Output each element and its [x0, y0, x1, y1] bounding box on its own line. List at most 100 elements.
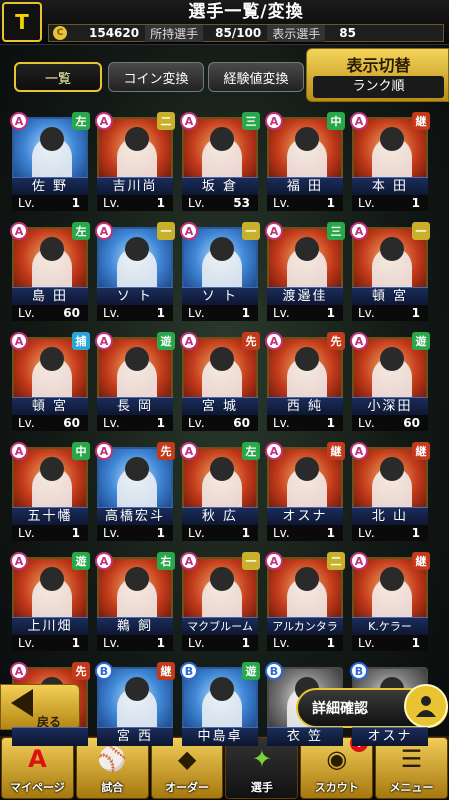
back-arrow-icon [11, 689, 33, 717]
rank-badge: A [10, 552, 28, 570]
player-card[interactable]: A 継オスナ Lv. 1 [265, 442, 345, 544]
level-value: 1 [411, 306, 420, 320]
player-cap [295, 567, 319, 591]
player-name: マクブルーム [182, 617, 258, 636]
rank-badge: A [350, 112, 368, 130]
tab-exp-convert[interactable]: 経験値変換 [208, 62, 304, 92]
player-cap [380, 237, 404, 261]
player-name: ソ ト [97, 287, 173, 306]
player-card[interactable]: A 遊小深田 Lv. 60 [350, 332, 430, 434]
player-card[interactable]: A 先宮 城 Lv. 60 [180, 332, 260, 434]
player-level: Lv. 1 [97, 305, 173, 321]
level-label: Lv. [188, 636, 205, 650]
position-badge: 先 [157, 442, 175, 460]
player-card[interactable]: A 捕頓 宮 Lv. 60 [10, 332, 90, 434]
player-card[interactable]: A 一頓 宮 Lv. 1 [350, 222, 430, 324]
position-badge: 一 [242, 222, 260, 240]
player-card[interactable]: A 二吉川尚 Lv. 1 [95, 112, 175, 214]
tab-coin-convert[interactable]: コイン変換 [108, 62, 204, 92]
player-card[interactable]: A 遊長 岡 Lv. 1 [95, 332, 175, 434]
player-card[interactable]: A 遊上川畑 Lv. 1 [10, 552, 90, 654]
nav-item-2[interactable]: ◆ オーダー [150, 737, 224, 799]
player-card[interactable]: A 継 K.ケラー Lv. 1 [350, 552, 430, 654]
player-card[interactable]: A 左佐 野 Lv. 1 [10, 112, 90, 214]
nav-item-1[interactable]: ⚾ 試合 [75, 737, 149, 799]
player-card[interactable]: A 継本 田 Lv. 1 [350, 112, 430, 214]
player-level: Lv. 1 [267, 415, 343, 431]
player-name: 五十幡 [12, 507, 88, 526]
level-value: 60 [63, 306, 80, 320]
rank-badge: A [265, 332, 283, 350]
player-card[interactable]: A 先西 純 Lv. 1 [265, 332, 345, 434]
player-level: Lv. 53 [182, 195, 258, 211]
level-label: Lv. [273, 526, 290, 540]
level-label: Lv. [188, 196, 205, 210]
nav-item-0[interactable]: A マイページ [1, 737, 74, 799]
player-card[interactable]: A 中五十幡 Lv. 1 [10, 442, 90, 544]
level-label: Lv. [18, 306, 35, 320]
player-card[interactable]: A 先高橋宏斗 Lv. 1 [95, 442, 175, 544]
display-toggle-title: 表示切替 [346, 56, 411, 75]
player-level: Lv. 1 [267, 635, 343, 651]
player-card[interactable]: A 左秋 広 Lv. 1 [180, 442, 260, 544]
level-label: Lv. [188, 526, 205, 540]
position-badge: 捕 [72, 332, 90, 350]
rank-badge: A [95, 442, 113, 460]
player-card[interactable]: A 右鵜 飼 Lv. 1 [95, 552, 175, 654]
player-card[interactable]: A 一ソ ト Lv. 1 [95, 222, 175, 324]
level-value: 1 [326, 196, 335, 210]
player-cap [210, 127, 234, 151]
level-label: Lv. [188, 416, 205, 430]
tab-list[interactable]: 一覧 [14, 62, 102, 92]
player-card[interactable]: A 左島 田 Lv. 60 [10, 222, 90, 324]
level-label: Lv. [358, 306, 375, 320]
nav-item-5[interactable]: ☰ メニュー [375, 737, 448, 799]
page-title: 選手一覧/変換 [188, 2, 304, 22]
nav-label: マイページ [10, 781, 65, 794]
position-badge: 一 [242, 552, 260, 570]
rank-badge: A [95, 332, 113, 350]
level-label: Lv. [18, 416, 35, 430]
player-card[interactable]: A 一ソ ト Lv. 1 [180, 222, 260, 324]
rank-badge: A [10, 442, 28, 460]
nav-item-3[interactable]: ✦ 選手 [225, 737, 299, 799]
player-cap [380, 347, 404, 371]
level-label: Lv. [103, 416, 120, 430]
nav-item-4[interactable]: ◉スカウト! [300, 734, 374, 799]
rank-badge: A [265, 222, 283, 240]
player-cap [40, 567, 64, 591]
rank-badge: B [350, 662, 368, 680]
rank-badge: A [180, 332, 198, 350]
player-card[interactable]: A 中福 田 Lv. 1 [265, 112, 345, 214]
player-name: 島 田 [12, 287, 88, 306]
level-value: 1 [71, 196, 80, 210]
detail-button[interactable]: 詳細確認 [296, 684, 448, 728]
back-button[interactable]: 戻る [0, 684, 80, 730]
player-name: オスナ [352, 727, 428, 746]
team-logo: T [2, 2, 42, 42]
detail-label: 詳細確認 [312, 701, 368, 717]
rank-badge: A [265, 552, 283, 570]
rank-badge: A [95, 112, 113, 130]
position-badge: 左 [72, 222, 90, 240]
level-value: 1 [241, 306, 250, 320]
level-value: 1 [326, 636, 335, 650]
player-level: Lv. 1 [12, 195, 88, 211]
player-card[interactable]: A 継北 山 Lv. 1 [350, 442, 430, 544]
position-badge: 先 [242, 332, 260, 350]
position-badge: 三 [327, 222, 345, 240]
display-toggle-button[interactable]: 表示切替 ランク順 [306, 48, 449, 102]
player-card[interactable]: A 三坂 倉 Lv. 53 [180, 112, 260, 214]
level-label: Lv. [358, 416, 375, 430]
position-badge: 継 [412, 112, 430, 130]
player-card[interactable]: A 三渡邉佳 Lv. 1 [265, 222, 345, 324]
player-card[interactable]: A 一マクブルーム Lv. 1 [180, 552, 260, 654]
nav-icon: ☰ [400, 745, 423, 773]
level-label: Lv. [18, 636, 35, 650]
player-level: Lv. 60 [352, 415, 428, 431]
rank-badge: A [180, 222, 198, 240]
level-label: Lv. [358, 526, 375, 540]
level-value: 1 [411, 196, 420, 210]
player-name: 頓 宮 [352, 287, 428, 306]
player-card[interactable]: A 二アルカンタラ Lv. 1 [265, 552, 345, 654]
